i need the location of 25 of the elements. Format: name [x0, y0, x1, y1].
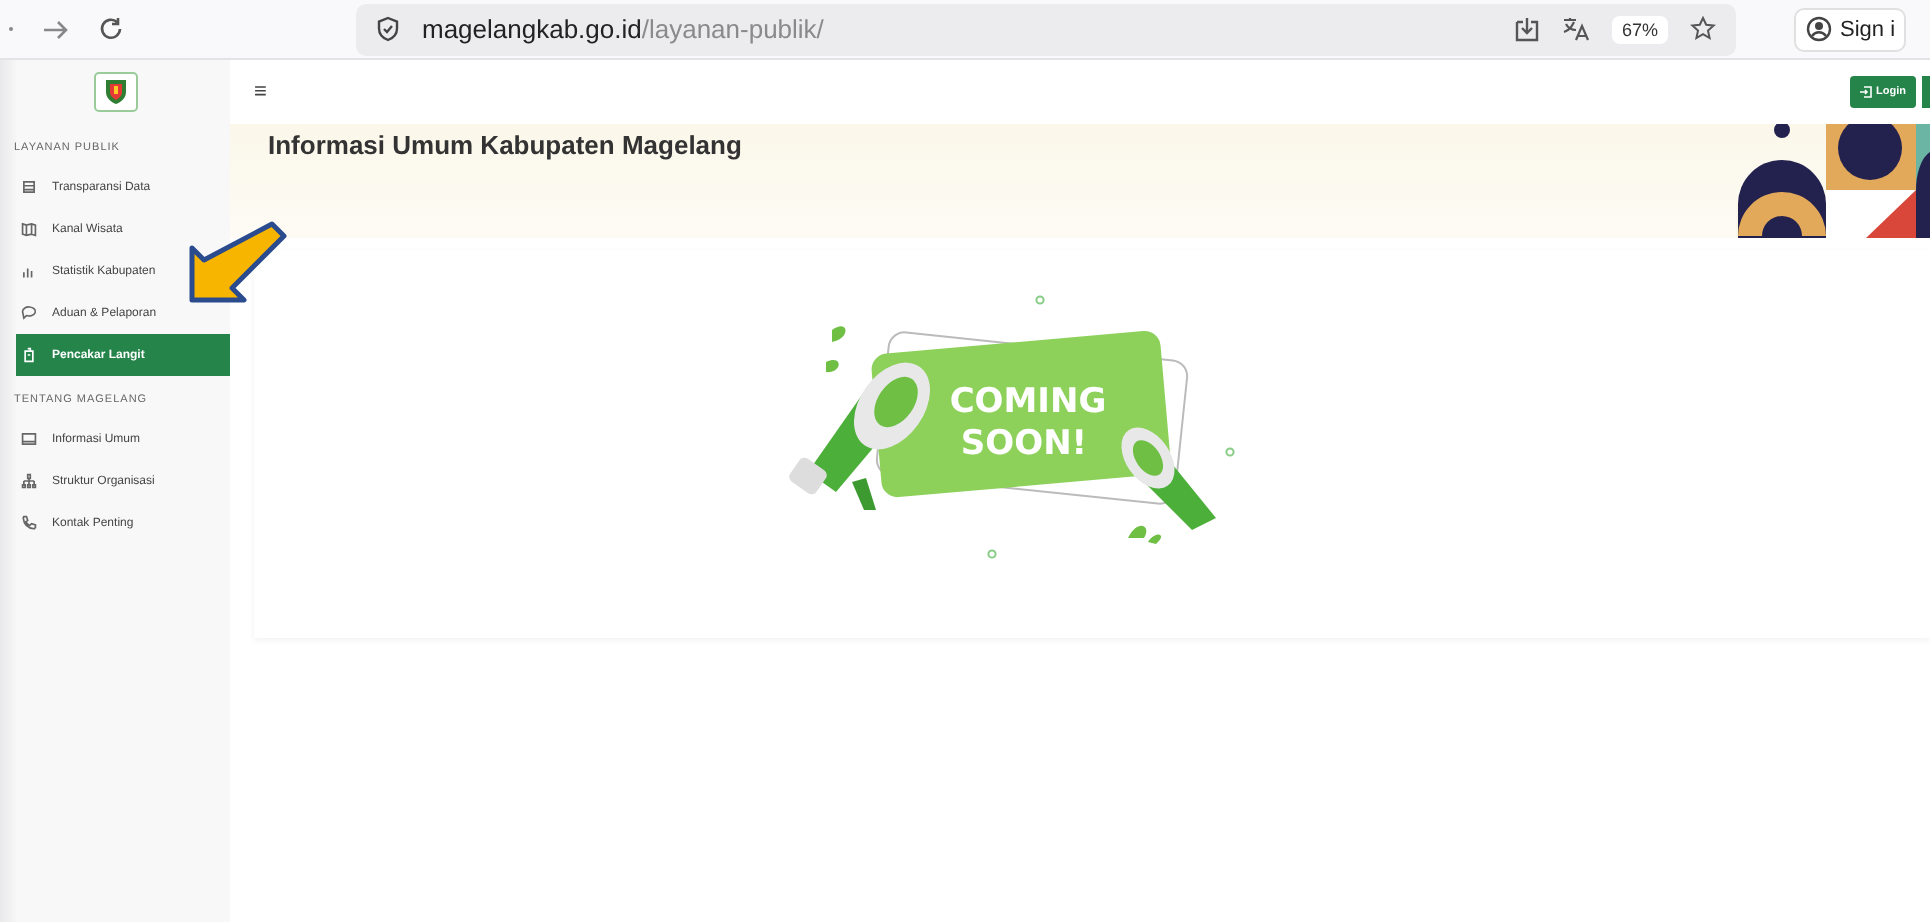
translate-icon[interactable]	[1561, 16, 1590, 42]
forward-icon[interactable]	[42, 17, 70, 41]
star-icon[interactable]	[1690, 16, 1716, 42]
menu-item-icon	[20, 262, 38, 280]
menu-item-icon	[20, 472, 38, 490]
menu-item-icon	[20, 514, 38, 532]
url-text: magelangkab.go.id/layanan-publik/	[422, 14, 824, 44]
menu-item-icon	[20, 220, 38, 238]
menu-item-icon	[20, 304, 38, 322]
announcement-text: SOON!	[960, 424, 1088, 464]
download-icon[interactable]	[1513, 16, 1540, 42]
banner-title: Informasi Umum Kabupaten Magelang	[268, 128, 742, 164]
address-bar[interactable]: magelangkab.go.id/layanan-publik/ 67%	[356, 3, 1736, 55]
menu-item-icon	[20, 178, 38, 196]
menu-item-icon	[20, 430, 38, 448]
logo-icon[interactable]	[94, 72, 138, 112]
menu-item-icon	[20, 346, 38, 364]
menu-icon[interactable]: ≡	[254, 80, 267, 104]
reload-icon[interactable]	[98, 16, 124, 42]
user-icon	[1806, 16, 1832, 42]
sign-in-button[interactable]: Sign i	[1794, 7, 1906, 51]
login-icon	[1860, 86, 1873, 98]
announcement-text: COMING	[949, 382, 1107, 422]
shield-icon	[376, 16, 400, 42]
zoom-level[interactable]: 67%	[1611, 15, 1668, 43]
